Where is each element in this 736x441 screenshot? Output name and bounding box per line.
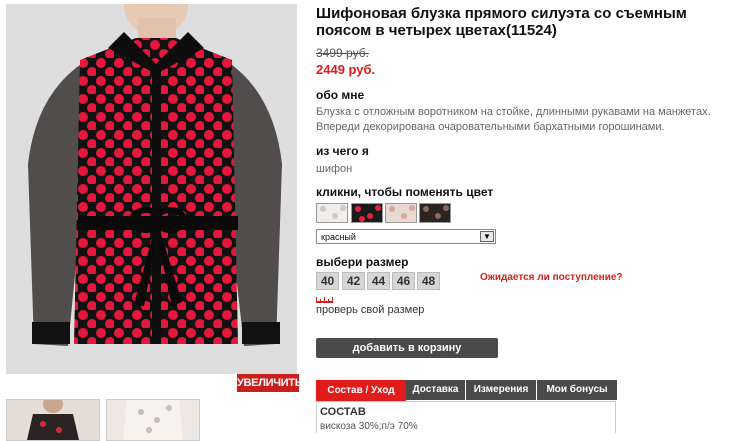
dropdown-arrow-icon[interactable]: ▼ [480,231,494,242]
add-to-cart-button[interactable]: добавить в корзину [316,338,498,358]
color-select[interactable]: красный ▼ [316,229,496,244]
color-heading: кликни, чтобы поменять цвет [316,185,494,199]
thumbnail-white-color[interactable] [106,399,200,441]
old-price: 3499 руб. [316,46,369,60]
size-option-46[interactable]: 46 [392,272,415,290]
swatch-beige[interactable] [385,203,417,223]
size-option-42[interactable]: 42 [342,272,365,290]
composition-heading: СОСТАВ [320,406,366,418]
about-heading: обо мне [316,88,365,102]
product-photo[interactable] [6,4,297,374]
tab-delivery[interactable]: Доставка [406,380,466,400]
new-price: 2449 руб. [316,62,376,77]
color-select-value: красный [321,232,356,242]
size-option-44[interactable]: 44 [367,272,390,290]
tab-measurements[interactable]: Измерения [466,380,537,400]
thumbnail-back-view[interactable] [6,399,100,441]
size-option-40[interactable]: 40 [316,272,339,290]
material-text: шифон [316,163,353,175]
material-heading: из чего я [316,144,369,158]
zoom-button[interactable]: УВЕЛИЧИТЬ [237,374,303,392]
tab-composition-care[interactable]: Состав / Уход [316,380,406,401]
size-option-48[interactable]: 48 [417,272,440,290]
composition-text: вискоза 30%;п/э 70% [320,421,418,432]
check-size-link[interactable]: проверь свой размер [316,304,424,316]
tab-my-bonuses[interactable]: Мои бонусы [537,380,618,400]
swatch-red[interactable] [351,203,383,223]
availability-link[interactable]: Ожидается ли поступление? [480,272,623,283]
swatch-white[interactable] [316,203,348,223]
swatch-black[interactable] [419,203,451,223]
ruler-icon [316,297,333,303]
product-title: Шифоновая блузка прямого силуэта со съем… [316,5,687,39]
about-text: Блузка с отложным воротником на стойке, … [316,106,711,133]
size-heading: выбери размер [316,255,409,269]
